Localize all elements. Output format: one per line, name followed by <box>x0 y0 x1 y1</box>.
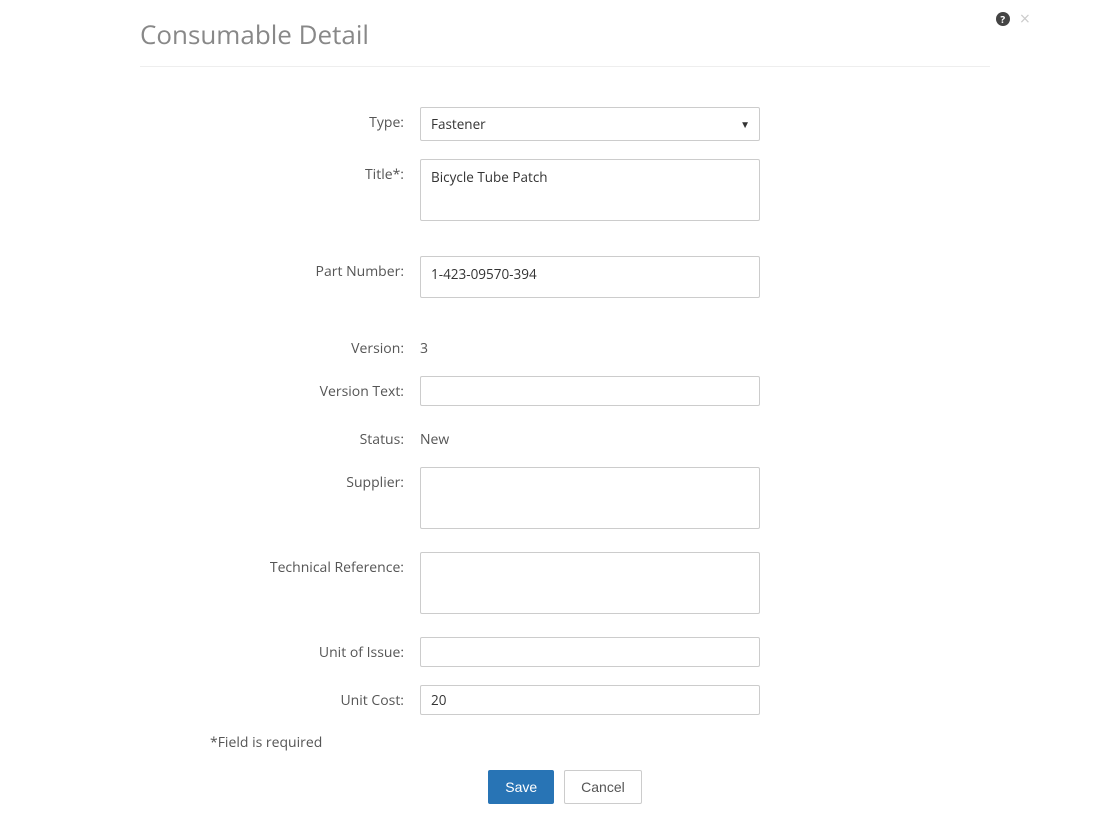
label-title: Title*: <box>140 159 420 184</box>
version-value: 3 <box>420 333 760 358</box>
consumable-detail-modal: Consumable Detail ? × Type: Fastener ▼ T… <box>0 0 1120 824</box>
row-version: Version: 3 <box>140 333 990 358</box>
label-supplier: Supplier: <box>140 467 420 492</box>
unit-of-issue-input[interactable] <box>420 637 760 667</box>
header-icons: ? × <box>996 12 1030 26</box>
label-type: Type: <box>140 107 420 132</box>
actions: Save Cancel <box>140 770 990 804</box>
unit-cost-input[interactable] <box>420 685 760 715</box>
label-unit-of-issue: Unit of Issue: <box>140 637 420 662</box>
row-technical-reference: Technical Reference: <box>140 552 990 619</box>
close-icon[interactable]: × <box>1020 12 1030 26</box>
row-title: Title*: Bicycle Tube Patch <box>140 159 990 226</box>
row-supplier: Supplier: <box>140 467 990 534</box>
status-value: New <box>420 424 760 449</box>
label-status: Status: <box>140 424 420 449</box>
label-part-number: Part Number: <box>140 256 420 281</box>
row-part-number: Part Number: 1-423-09570-394 <box>140 256 990 303</box>
modal-header: Consumable Detail ? × <box>140 16 990 67</box>
row-type: Type: Fastener ▼ <box>140 107 990 141</box>
cancel-button[interactable]: Cancel <box>564 770 642 804</box>
label-version: Version: <box>140 333 420 358</box>
page-title: Consumable Detail <box>140 16 990 52</box>
label-technical-reference: Technical Reference: <box>140 552 420 577</box>
row-status: Status: New <box>140 424 990 449</box>
form-body: Type: Fastener ▼ Title*: Bicycle Tube Pa… <box>140 107 990 804</box>
help-icon[interactable]: ? <box>996 12 1010 26</box>
technical-reference-input[interactable] <box>420 552 760 614</box>
title-input[interactable]: Bicycle Tube Patch <box>420 159 760 221</box>
type-select[interactable]: Fastener <box>420 107 760 141</box>
label-version-text: Version Text: <box>140 376 420 401</box>
row-unit-of-issue: Unit of Issue: <box>140 637 990 667</box>
supplier-input[interactable] <box>420 467 760 529</box>
required-note: *Field is required <box>210 733 990 752</box>
label-unit-cost: Unit Cost: <box>140 685 420 710</box>
part-number-input[interactable]: 1-423-09570-394 <box>420 256 760 298</box>
version-text-input[interactable] <box>420 376 760 406</box>
row-unit-cost: Unit Cost: <box>140 685 990 715</box>
save-button[interactable]: Save <box>488 770 554 804</box>
row-version-text: Version Text: <box>140 376 990 406</box>
